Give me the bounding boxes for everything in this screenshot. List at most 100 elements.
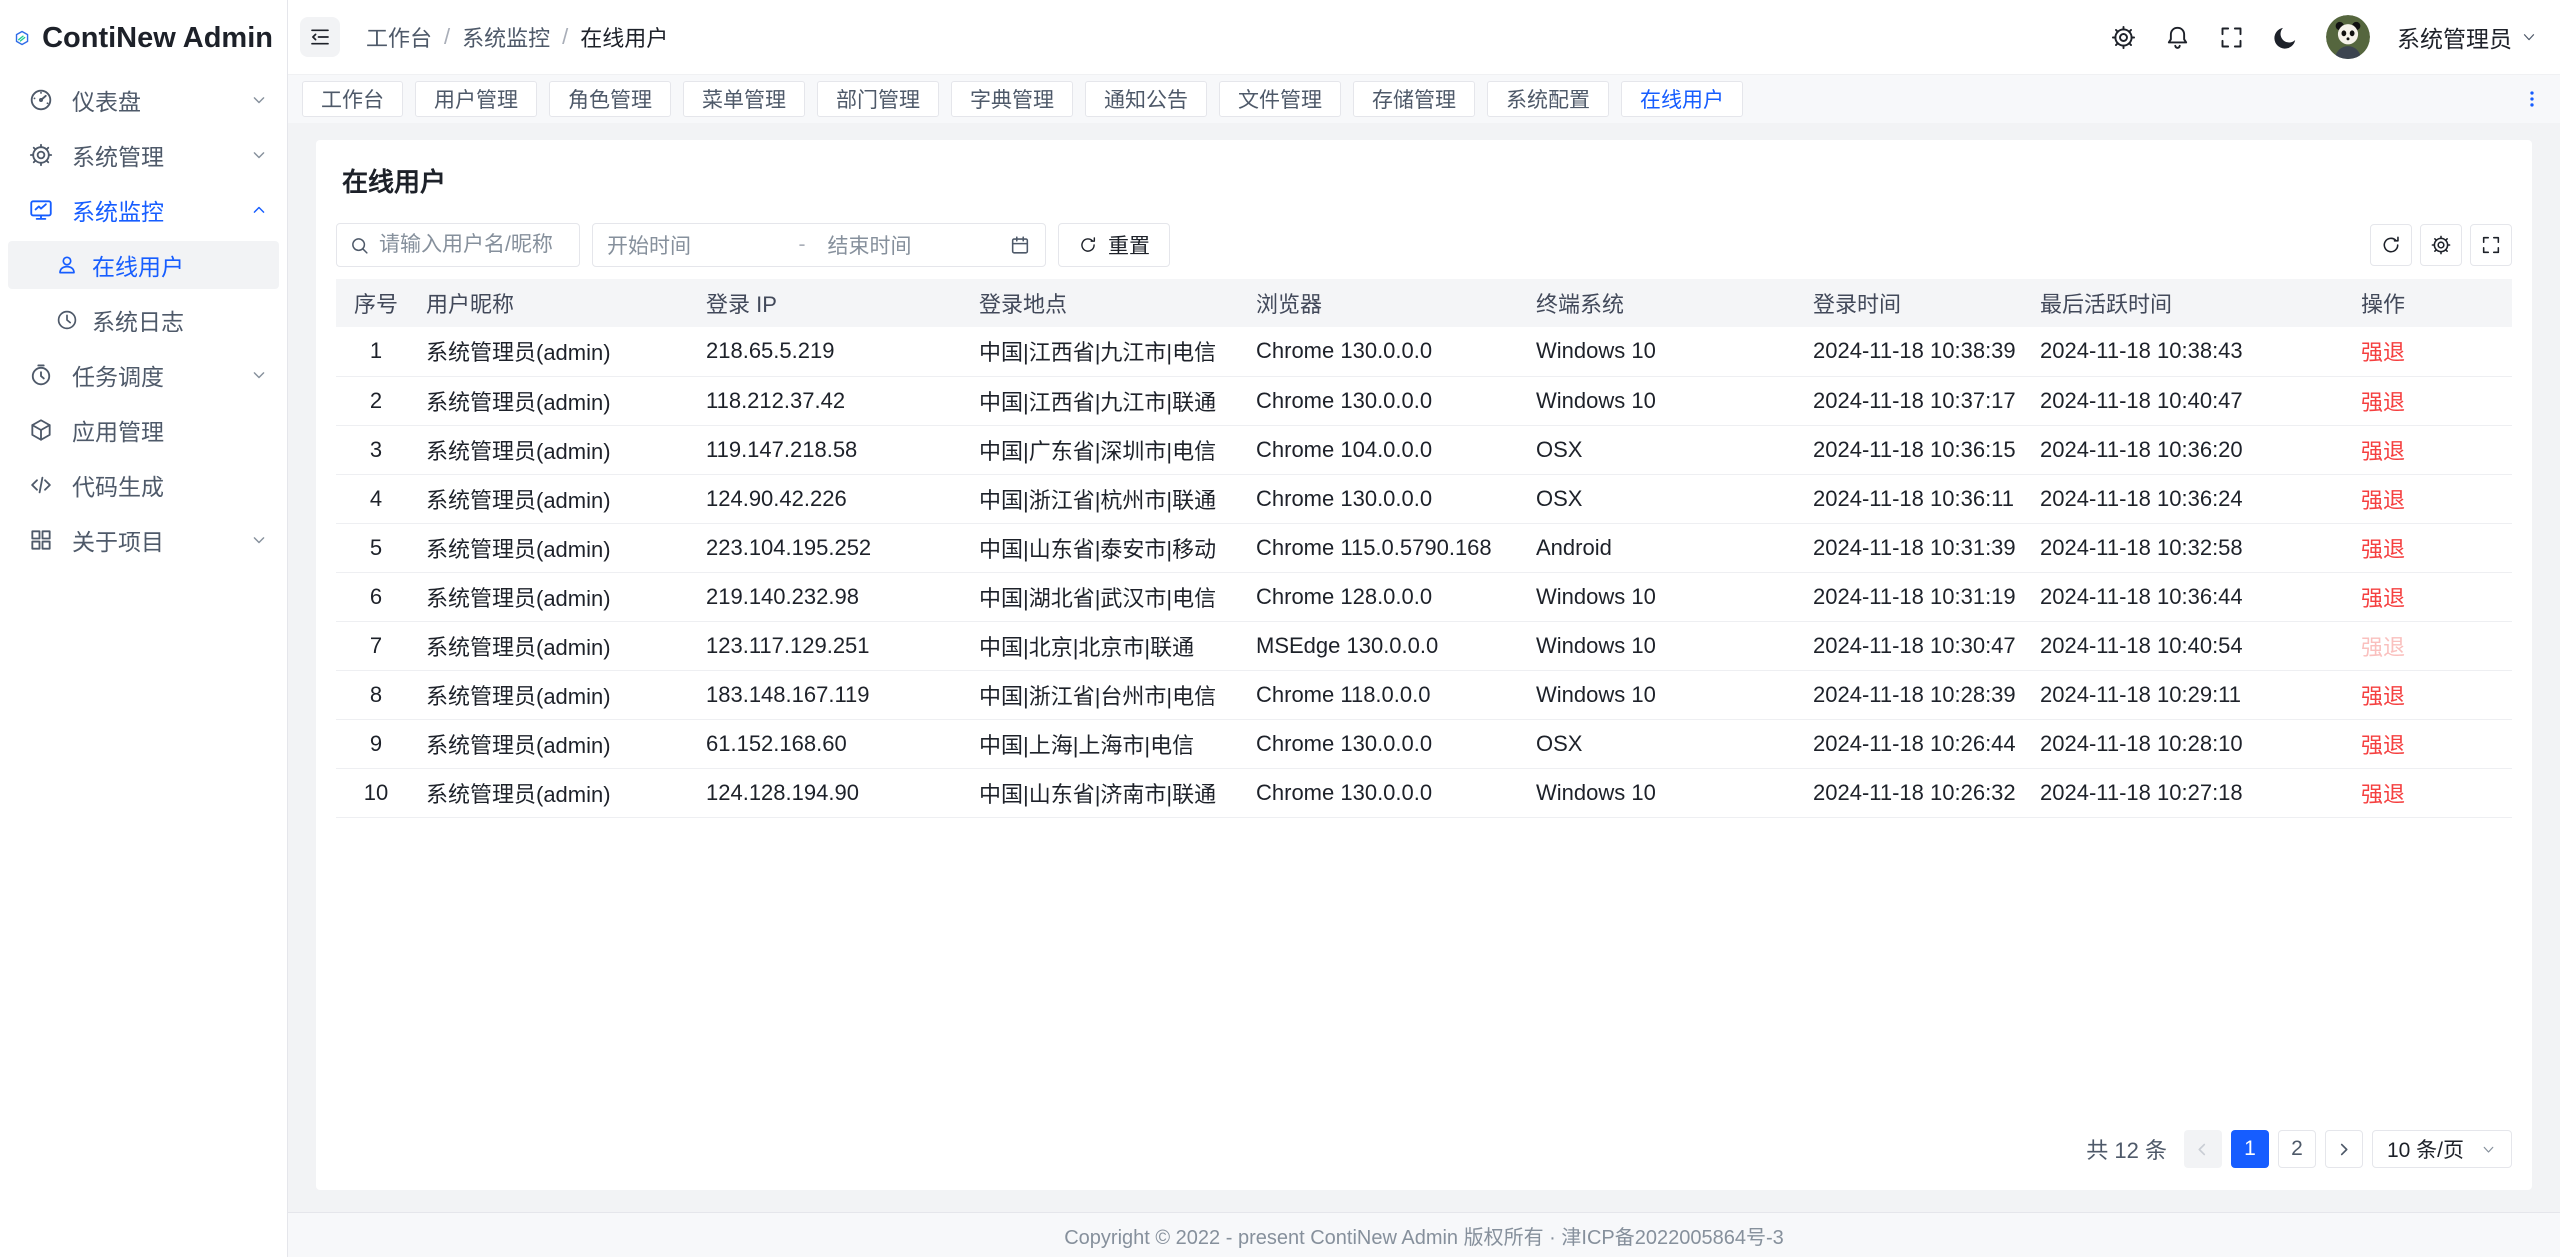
reset-button-label: 重置 bbox=[1108, 230, 1150, 260]
settings-gear-icon[interactable] bbox=[2110, 24, 2137, 51]
force-logout-link[interactable]: 强退 bbox=[2361, 390, 2405, 415]
avatar[interactable] bbox=[2326, 15, 2370, 59]
cell-login_time: 2024-11-18 10:38:39 bbox=[1803, 327, 2030, 376]
sidebar-item-dashboard[interactable]: 仪表盘 bbox=[8, 76, 279, 124]
collapse-sidebar-button[interactable] bbox=[300, 17, 340, 57]
sidebar-item-system-logs[interactable]: 系统日志 bbox=[8, 296, 279, 344]
cell-last_active: 2024-11-18 10:36:44 bbox=[2030, 572, 2351, 621]
date-range-picker[interactable]: 开始时间 - 结束时间 bbox=[592, 223, 1046, 267]
cell-no: 7 bbox=[336, 621, 416, 670]
breadcrumb-item[interactable]: 系统监控 bbox=[462, 21, 550, 53]
history-clock-icon bbox=[55, 308, 79, 332]
sidebar-item-app-management[interactable]: 应用管理 bbox=[8, 406, 279, 454]
search-icon bbox=[349, 235, 370, 256]
force-logout-link[interactable]: 强退 bbox=[2361, 340, 2405, 365]
cell-os: Windows 10 bbox=[1526, 376, 1803, 425]
column-header: 最后活跃时间 bbox=[2030, 279, 2351, 327]
sidebar-item-about-project[interactable]: 关于项目 bbox=[8, 516, 279, 564]
search-input[interactable] bbox=[379, 233, 567, 257]
cell-login_time: 2024-11-18 10:36:15 bbox=[1803, 425, 2030, 474]
force-logout-link[interactable]: 强退 bbox=[2361, 439, 2405, 464]
date-start-placeholder: 开始时间 bbox=[607, 230, 789, 260]
cell-last_active: 2024-11-18 10:40:54 bbox=[2030, 621, 2351, 670]
tab-actions-more-icon[interactable] bbox=[2518, 85, 2546, 113]
page-size-select[interactable]: 10 条/页 bbox=[2372, 1130, 2512, 1168]
cell-ip: 223.104.195.252 bbox=[696, 523, 969, 572]
column-header: 操作 bbox=[2351, 279, 2512, 327]
cell-location: 中国|北京|北京市|联通 bbox=[969, 621, 1246, 670]
cell-no: 9 bbox=[336, 719, 416, 768]
tab-1[interactable]: 工作台 bbox=[302, 81, 403, 117]
cell-browser: Chrome 118.0.0.0 bbox=[1246, 670, 1526, 719]
tab-3[interactable]: 角色管理 bbox=[549, 81, 671, 117]
fullscreen-icon[interactable] bbox=[2218, 24, 2245, 51]
table-row: 10系统管理员(admin)124.128.194.90中国|山东省|济南市|联… bbox=[336, 768, 2512, 817]
sidebar-item-label: 仪表盘 bbox=[72, 83, 141, 117]
cell-actions: 强退 bbox=[2351, 474, 2512, 523]
calendar-icon bbox=[1009, 234, 1031, 256]
table-row: 2系统管理员(admin)118.212.37.42中国|江西省|九江市|联通C… bbox=[336, 376, 2512, 425]
cell-ip: 183.148.167.119 bbox=[696, 670, 969, 719]
cell-actions: 强退 bbox=[2351, 523, 2512, 572]
toolbar: 开始时间 - 结束时间 重置 bbox=[336, 223, 2512, 267]
cell-os: Windows 10 bbox=[1526, 670, 1803, 719]
tab-8[interactable]: 文件管理 bbox=[1219, 81, 1341, 117]
logo-icon bbox=[14, 17, 30, 59]
tab-4[interactable]: 菜单管理 bbox=[683, 81, 805, 117]
force-logout-link[interactable]: 强退 bbox=[2361, 733, 2405, 758]
online-users-table: 序号用户昵称登录 IP登录地点浏览器终端系统登录时间最后活跃时间操作 1系统管理… bbox=[336, 279, 2512, 818]
tab-6[interactable]: 字典管理 bbox=[951, 81, 1073, 117]
fullscreen-table-button[interactable] bbox=[2470, 224, 2512, 266]
footer: Copyright © 2022 - present ContiNew Admi… bbox=[288, 1212, 2560, 1257]
dark-mode-moon-icon[interactable] bbox=[2272, 24, 2299, 51]
total-count: 共 12 条 bbox=[2086, 1133, 2167, 1165]
force-logout-link[interactable]: 强退 bbox=[2361, 684, 2405, 709]
logo[interactable]: ContiNew Admin bbox=[0, 0, 287, 76]
user-icon bbox=[55, 253, 79, 277]
column-settings-button[interactable] bbox=[2420, 224, 2462, 266]
cell-browser: Chrome 130.0.0.0 bbox=[1246, 327, 1526, 376]
sidebar-item-code-generator[interactable]: 代码生成 bbox=[8, 461, 279, 509]
cell-actions: 强退 bbox=[2351, 425, 2512, 474]
sidebar-item-system-management[interactable]: 系统管理 bbox=[8, 131, 279, 179]
reset-button[interactable]: 重置 bbox=[1058, 223, 1170, 267]
cell-ip: 61.152.168.60 bbox=[696, 719, 969, 768]
tab-10[interactable]: 系统配置 bbox=[1487, 81, 1609, 117]
cell-last_active: 2024-11-18 10:36:24 bbox=[2030, 474, 2351, 523]
force-logout-link[interactable]: 强退 bbox=[2361, 586, 2405, 611]
cell-os: Windows 10 bbox=[1526, 621, 1803, 670]
breadcrumb-separator: / bbox=[562, 24, 568, 50]
refresh-table-button[interactable] bbox=[2370, 224, 2412, 266]
chevron-down-icon bbox=[249, 90, 269, 110]
breadcrumb-item[interactable]: 工作台 bbox=[366, 21, 432, 53]
next-page-button[interactable] bbox=[2325, 1130, 2363, 1168]
sidebar-item-task-scheduler[interactable]: 任务调度 bbox=[8, 351, 279, 399]
tab-2[interactable]: 用户管理 bbox=[415, 81, 537, 117]
copyright-text: Copyright © 2022 - present ContiNew Admi… bbox=[1064, 1221, 1784, 1250]
chevron-down-icon bbox=[249, 530, 269, 550]
force-logout-link[interactable]: 强退 bbox=[2361, 782, 2405, 807]
breadcrumb-separator: / bbox=[444, 24, 450, 50]
page-button-1[interactable]: 1 bbox=[2231, 1130, 2269, 1168]
cell-location: 中国|山东省|济南市|联通 bbox=[969, 768, 1246, 817]
breadcrumb-item-current: 在线用户 bbox=[580, 21, 668, 53]
tab-9[interactable]: 存储管理 bbox=[1353, 81, 1475, 117]
cell-os: OSX bbox=[1526, 719, 1803, 768]
user-menu[interactable]: 系统管理员 bbox=[2397, 20, 2538, 54]
sidebar-item-system-monitor[interactable]: 系统监控 bbox=[8, 186, 279, 234]
cell-browser: Chrome 115.0.5790.168 bbox=[1246, 523, 1526, 572]
tab-5[interactable]: 部门管理 bbox=[817, 81, 939, 117]
force-logout-link[interactable]: 强退 bbox=[2361, 537, 2405, 562]
cell-ip: 219.140.232.98 bbox=[696, 572, 969, 621]
force-logout-link[interactable]: 强退 bbox=[2361, 488, 2405, 513]
tab-7[interactable]: 通知公告 bbox=[1085, 81, 1207, 117]
page-button-2[interactable]: 2 bbox=[2278, 1130, 2316, 1168]
cell-nickname: 系统管理员(admin) bbox=[416, 621, 696, 670]
cell-login_time: 2024-11-18 10:37:17 bbox=[1803, 376, 2030, 425]
gear-icon bbox=[2430, 234, 2452, 256]
sidebar-item-online-users[interactable]: 在线用户 bbox=[8, 241, 279, 289]
notifications-bell-icon[interactable] bbox=[2164, 24, 2191, 51]
cell-ip: 218.65.5.219 bbox=[696, 327, 969, 376]
sidebar-item-label: 关于项目 bbox=[72, 523, 164, 557]
tab-11[interactable]: 在线用户 bbox=[1621, 81, 1743, 117]
